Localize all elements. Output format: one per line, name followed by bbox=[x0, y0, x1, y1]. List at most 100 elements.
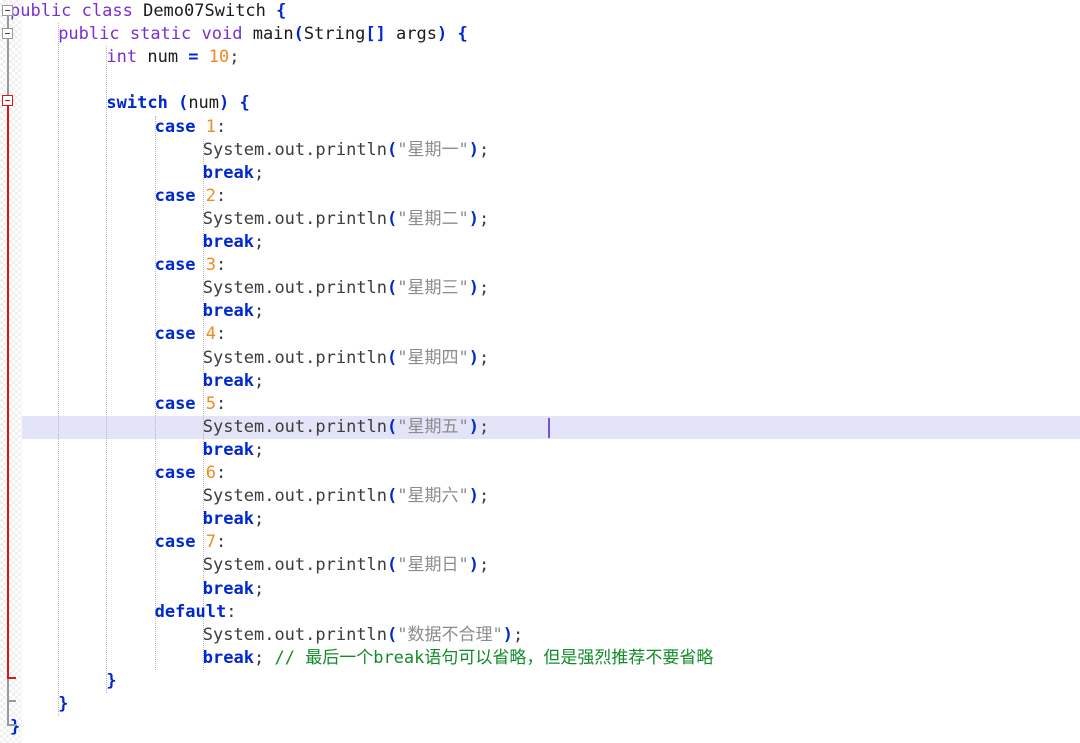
code-token: " bbox=[458, 139, 469, 160]
code-token: break bbox=[202, 232, 254, 252]
code-token: System.out.println bbox=[202, 416, 388, 437]
code-token: break bbox=[202, 162, 254, 183]
code-token: 3 bbox=[205, 255, 217, 276]
code-token: Demo07Switch bbox=[143, 1, 266, 21]
code-token: : bbox=[216, 116, 227, 137]
code-token: ) bbox=[468, 278, 480, 299]
code-line[interactable]: System.out.println("星期四"); bbox=[203, 347, 489, 370]
code-line[interactable]: case 3: bbox=[155, 254, 227, 277]
fold-marker-layer[interactable] bbox=[0, 0, 22, 743]
code-line[interactable]: case 5: bbox=[155, 393, 227, 416]
code-token: 星期二 bbox=[407, 208, 459, 229]
code-token: num bbox=[188, 93, 220, 114]
code-line[interactable]: System.out.println("星期日"); bbox=[203, 554, 489, 577]
code-token: ; bbox=[479, 416, 490, 437]
code-line[interactable]: } bbox=[106, 670, 116, 693]
code-token: ; bbox=[253, 370, 265, 391]
code-token: : bbox=[216, 324, 227, 345]
code-line[interactable]: System.out.println("星期二"); bbox=[203, 208, 489, 231]
code-line[interactable]: System.out.println("数据不合理"); bbox=[203, 624, 523, 647]
code-token: " bbox=[458, 486, 469, 507]
code-token: ( bbox=[387, 278, 398, 299]
code-token: ) bbox=[468, 347, 480, 368]
code-token: { bbox=[457, 24, 468, 45]
code-token: System.out.println bbox=[202, 278, 388, 299]
code-token: ; bbox=[479, 486, 490, 507]
code-token: String bbox=[303, 24, 366, 45]
code-token: : bbox=[226, 601, 237, 622]
code-token: case bbox=[154, 185, 196, 206]
code-line[interactable]: switch (num) { bbox=[106, 92, 249, 115]
code-token: [] bbox=[365, 24, 386, 45]
code-line[interactable]: break; bbox=[203, 162, 264, 185]
code-line[interactable]: default: bbox=[155, 601, 237, 624]
code-line[interactable]: case 6: bbox=[155, 462, 227, 485]
fold-marker-switch[interactable] bbox=[2, 95, 13, 106]
code-token: " bbox=[397, 486, 408, 507]
code-line[interactable]: } bbox=[58, 693, 68, 716]
code-line[interactable]: System.out.println("星期一"); bbox=[203, 139, 489, 162]
code-line[interactable]: case 4: bbox=[155, 323, 227, 346]
code-token: ( bbox=[178, 93, 189, 114]
code-token: System.out.println bbox=[202, 624, 388, 645]
fold-end-tick bbox=[7, 700, 16, 702]
code-line[interactable]: break; // 最后一个break语句可以省略，但是强烈推荐不要省略 bbox=[203, 647, 714, 670]
code-token: 4 bbox=[205, 324, 217, 345]
fold-marker-class[interactable] bbox=[2, 5, 13, 16]
code-token: ) bbox=[468, 555, 480, 576]
code-line[interactable]: break; bbox=[203, 578, 264, 601]
fold-end-tick bbox=[7, 724, 16, 726]
code-token: System.out.println bbox=[202, 486, 388, 507]
code-line[interactable]: case 2: bbox=[155, 185, 227, 208]
code-token: ( bbox=[293, 24, 304, 45]
fold-marker-method[interactable] bbox=[2, 28, 13, 39]
code-line[interactable]: public class Demo07Switch { bbox=[10, 0, 286, 23]
code-token: " bbox=[458, 555, 469, 576]
code-line[interactable]: System.out.println("星期五"); bbox=[203, 416, 489, 439]
code-line[interactable]: break; bbox=[203, 439, 264, 462]
code-token: ( bbox=[387, 416, 398, 437]
code-token: { bbox=[239, 93, 250, 114]
code-token: break bbox=[202, 370, 254, 391]
code-line[interactable]: break; bbox=[203, 370, 264, 393]
code-token: : bbox=[216, 463, 227, 483]
code-token: break bbox=[373, 647, 425, 668]
code-token: } bbox=[106, 670, 117, 691]
code-token: ; bbox=[253, 232, 265, 252]
code-token: 星期五 bbox=[407, 416, 459, 437]
code-token: " bbox=[397, 416, 408, 437]
code-line[interactable]: public static void main(String[] args) { bbox=[58, 23, 468, 46]
code-token: 星期日 bbox=[407, 555, 459, 576]
code-token: " bbox=[458, 278, 469, 299]
code-token: break bbox=[202, 647, 254, 668]
code-token: case bbox=[154, 393, 196, 414]
code-token: " bbox=[492, 624, 503, 645]
code-line[interactable]: case 7: bbox=[155, 531, 227, 554]
code-line[interactable]: break; bbox=[203, 231, 264, 254]
code-token: 7 bbox=[205, 532, 217, 553]
code-token: 最后一个 bbox=[305, 647, 374, 668]
code-line[interactable]: case 1: bbox=[155, 116, 227, 139]
code-text-area[interactable]: public class Demo07Switch {public static… bbox=[0, 0, 1080, 743]
code-line[interactable]: break; bbox=[203, 300, 264, 323]
code-token: args bbox=[385, 24, 437, 45]
code-line[interactable]: System.out.println("星期三"); bbox=[203, 277, 489, 300]
code-token: 1 bbox=[205, 116, 217, 137]
code-editor[interactable]: public class Demo07Switch {public static… bbox=[0, 0, 1080, 743]
code-token: public bbox=[58, 24, 130, 45]
code-token: ) bbox=[437, 24, 448, 45]
code-token: ; bbox=[479, 347, 490, 368]
code-line[interactable]: System.out.println("星期六"); bbox=[203, 485, 489, 508]
code-line[interactable]: int num = 10; bbox=[106, 46, 239, 69]
code-token: " bbox=[397, 347, 408, 368]
code-token: 语句可以省略，但是强烈推荐不要省略 bbox=[424, 647, 714, 668]
code-token: " bbox=[397, 624, 408, 645]
code-line[interactable]: break; bbox=[203, 508, 264, 531]
indent-guide bbox=[106, 46, 108, 693]
code-token: ) bbox=[468, 208, 480, 229]
